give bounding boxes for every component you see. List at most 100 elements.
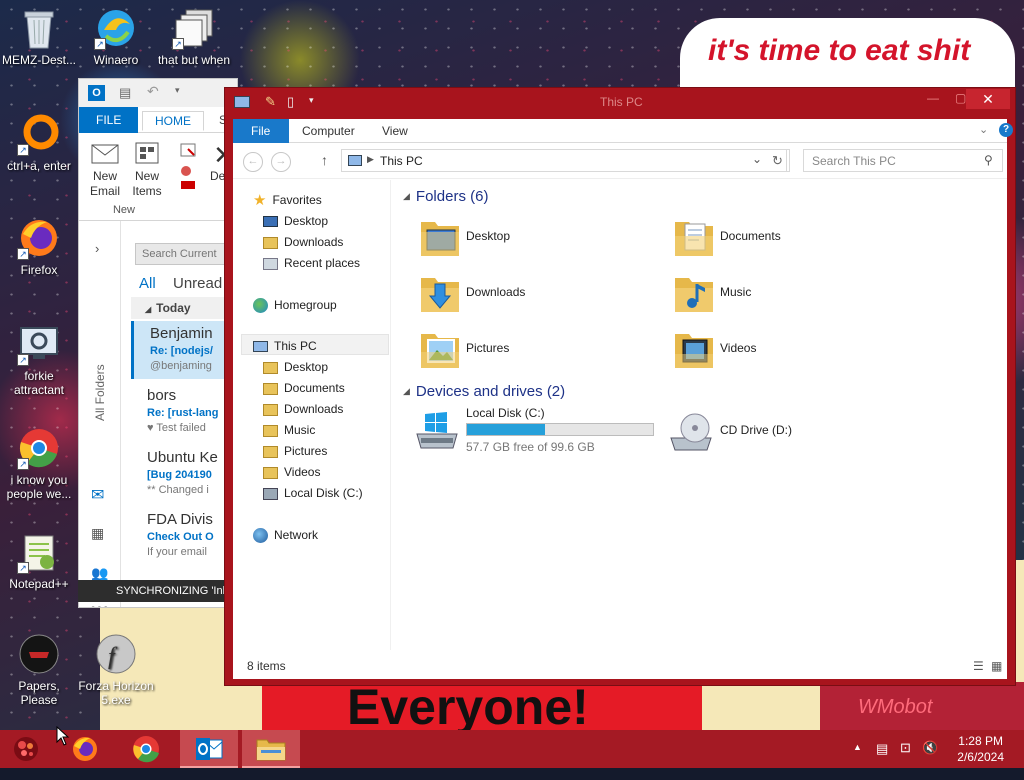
nav-favorites[interactable]: ★ Favorites [253, 190, 322, 210]
help-icon[interactable]: ? [999, 123, 1013, 137]
address-bar[interactable]: ▶ This PC ⌄ [341, 149, 787, 172]
nav-pc-pictures[interactable]: Pictures [263, 441, 327, 461]
desktop-icon-winaero[interactable]: ↗ Winaero [76, 6, 156, 67]
expand-ribbon-icon[interactable]: ⌄ [979, 123, 988, 136]
network-tray-icon[interactable]: ⊡ [900, 740, 911, 778]
new-email-button[interactable]: New Email [85, 141, 125, 199]
filter-all[interactable]: All [139, 275, 156, 292]
calendar-icon[interactable]: ▦ [91, 525, 104, 542]
group-today[interactable]: ◢ Today [131, 297, 237, 319]
nav-homegroup[interactable]: Homegroup [253, 295, 337, 315]
drive-tile-cd-drive[interactable]: CD Drive (D:) [665, 406, 905, 458]
all-folders-label[interactable]: All Folders [93, 364, 107, 421]
folder-name: Downloads [466, 285, 526, 299]
folder-tile-videos[interactable]: Videos [665, 324, 905, 376]
desktop-icon-memz[interactable]: MEMZ-Dest... [0, 6, 79, 67]
nav-pc-desktop[interactable]: Desktop [263, 357, 328, 377]
nav-pc-documents[interactable]: Documents [263, 378, 345, 398]
new-items-button[interactable]: New Items [129, 141, 165, 199]
mail-item[interactable]: Benjamin Re: [nodejs/ @benjaming [131, 321, 237, 379]
devices-group-header[interactable]: ◢ Devices and drives (2) [403, 383, 565, 400]
filter-unread[interactable]: Unread [173, 275, 222, 292]
taskbar-chrome[interactable] [119, 730, 175, 768]
close-icon: ✕ [982, 91, 994, 107]
start-button[interactable] [0, 730, 54, 768]
forward-button[interactable]: → [271, 152, 291, 172]
mail-icon[interactable]: ✉ [91, 485, 104, 505]
nav-fav-recent[interactable]: Recent places [263, 253, 360, 273]
address-dropdown-icon[interactable]: ⌄ [752, 152, 762, 166]
nav-network[interactable]: Network [253, 525, 318, 545]
explorer-title-bar[interactable]: ✎ ▯ ▾ This PC — ▢ ✕ [225, 88, 1015, 117]
firefox-icon: ↗ [17, 216, 61, 260]
send-receive-icon[interactable]: ▤ [119, 85, 131, 101]
desktop-icon-forza[interactable]: f Forza Horizon 5.exe [76, 632, 156, 707]
ignore-button[interactable] [177, 141, 201, 195]
outlook-message-list: All Unread ◢ Today Benjamin Re: [nodejs/ … [121, 221, 237, 607]
desktop-icon-label: that but when [157, 53, 231, 67]
folder-tile-documents[interactable]: Documents [665, 212, 905, 264]
desktop-icon-ctrl-a-enter[interactable]: ↗ ctrl+a, enter [0, 112, 79, 173]
tab-view[interactable]: View [369, 119, 421, 143]
details-view-icon[interactable]: ☰ [973, 659, 984, 673]
close-button[interactable]: ✕ [966, 89, 1010, 109]
folder-tile-music[interactable]: Music [665, 268, 905, 320]
search-box[interactable]: ⚲ [803, 149, 1003, 172]
nav-pc-music[interactable]: Music [263, 420, 315, 440]
folder-tile-desktop[interactable]: Desktop [411, 212, 651, 264]
file-explorer-window[interactable]: ✎ ▯ ▾ This PC — ▢ ✕ File Computer View ⌄… [224, 87, 1016, 686]
folder-tile-pictures[interactable]: Pictures [411, 324, 651, 376]
quick-access-dropdown-icon[interactable]: ▾ [309, 95, 314, 106]
new-items-icon [135, 142, 159, 164]
nav-pc-downloads[interactable]: Downloads [263, 399, 343, 419]
mail-item[interactable]: FDA Divis Check Out O If your email [131, 507, 237, 565]
drive-tile-local-disk[interactable]: Local Disk (C:) 57.7 GB free of 99.6 GB [411, 406, 661, 458]
expand-folders-icon[interactable]: › [95, 241, 99, 256]
nav-pc-local-disk[interactable]: Local Disk (C:) [263, 483, 363, 503]
desktop-folder-icon [421, 222, 459, 256]
maximize-button[interactable]: ▢ [955, 91, 966, 105]
minimize-button[interactable]: — [927, 91, 939, 105]
pane-splitter[interactable] [390, 180, 391, 650]
outlook-title-bar[interactable]: O ▤ ↶ ▾ [79, 79, 237, 107]
taskbar-clock[interactable]: 1:28 PM 2/6/2024 [957, 733, 1004, 765]
desktop-icon-firefox[interactable]: ↗ Firefox [0, 216, 79, 277]
refresh-button[interactable]: ↻ [766, 149, 790, 172]
mail-item[interactable]: bors Re: [rust-lang ♥ Test failed [131, 383, 237, 441]
quick-access-dropdown-icon[interactable]: ▾ [175, 85, 180, 96]
folder-tile-downloads[interactable]: Downloads [411, 268, 651, 320]
nav-pc-videos[interactable]: Videos [263, 462, 320, 482]
action-center-icon[interactable]: ▤ [876, 741, 888, 779]
tab-file[interactable]: File [233, 119, 289, 143]
new-folder-icon[interactable]: ▯ [287, 94, 294, 110]
nav-label: This PC [274, 339, 317, 353]
up-button[interactable]: ↑ [321, 152, 328, 168]
outlook-window[interactable]: O ▤ ↶ ▾ FILE HOME S New Email New Items … [78, 78, 238, 608]
back-button[interactable]: ← [243, 152, 263, 172]
desktop-icon-notepadpp[interactable]: ↗ Notepad++ [0, 530, 79, 591]
taskbar-file-explorer[interactable] [242, 730, 300, 768]
properties-icon[interactable]: ✎ [265, 94, 276, 110]
search-current-input[interactable] [135, 243, 237, 265]
desktop-icon-papers-please[interactable]: Papers, Please [0, 632, 79, 707]
undo-icon[interactable]: ↶ [147, 83, 159, 100]
search-input[interactable] [804, 150, 979, 171]
volume-muted-icon[interactable]: 🔇 [922, 740, 938, 778]
large-icons-view-icon[interactable]: ▦ [991, 659, 1002, 673]
nav-this-pc[interactable]: This PC [253, 336, 317, 356]
outlook-ribbon-tabs: FILE HOME S [79, 107, 237, 133]
search-icon[interactable]: ⚲ [984, 153, 993, 167]
show-hidden-icons[interactable]: ▲ [853, 742, 862, 780]
nav-fav-downloads[interactable]: Downloads [263, 232, 343, 252]
tab-file[interactable]: FILE [79, 107, 139, 133]
desktop-icon-forkie[interactable]: ↗ forkie attractant [0, 322, 79, 397]
taskbar-outlook[interactable] [180, 730, 238, 768]
desktop-icon-chrome[interactable]: ↗ i know you people we... [0, 426, 79, 501]
folders-group-header[interactable]: ◢ Folders (6) [403, 188, 488, 205]
desktop-icon-that-but-when[interactable]: ↗ that but when [154, 6, 234, 67]
tab-home[interactable]: HOME [142, 111, 204, 131]
nav-fav-desktop[interactable]: Desktop [263, 211, 328, 231]
tab-computer[interactable]: Computer [289, 119, 368, 143]
this-pc-icon [253, 341, 268, 353]
mail-item[interactable]: Ubuntu Ke [Bug 204190 ** Changed i [131, 445, 237, 503]
